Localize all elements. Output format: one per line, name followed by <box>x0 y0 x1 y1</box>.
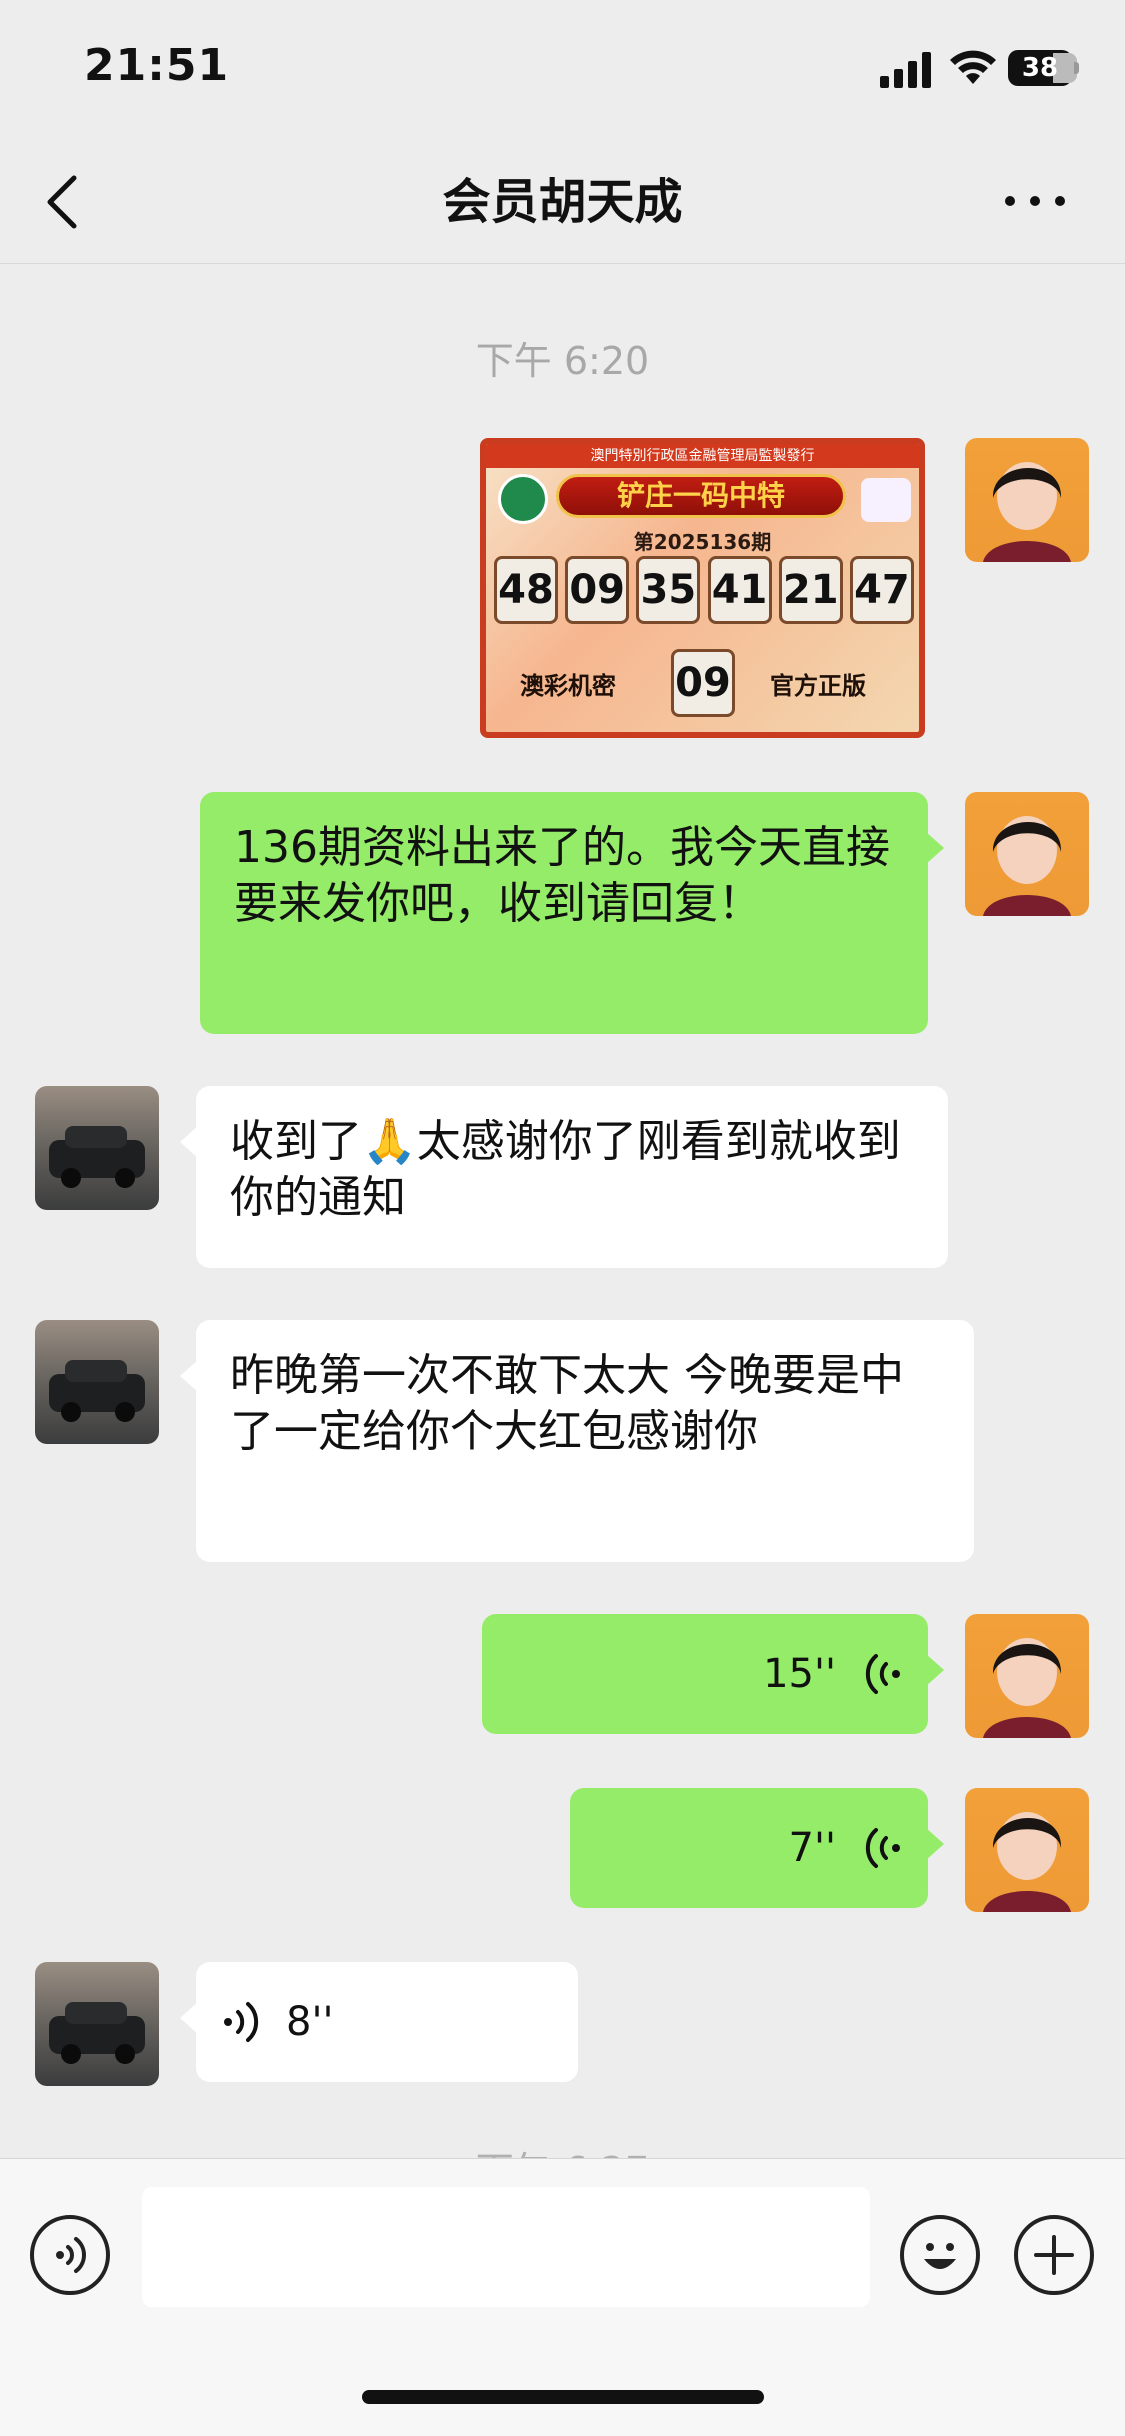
plus-button[interactable] <box>1014 2215 1094 2295</box>
avatar-self[interactable] <box>965 438 1089 562</box>
status-bar: 21:51 38 <box>0 0 1125 140</box>
voice-wave-icon <box>224 2002 259 2042</box>
lottery-logo-icon <box>861 478 911 522</box>
avatar-other[interactable] <box>35 1086 159 1210</box>
avatar-other[interactable] <box>35 1320 159 1444</box>
message-bubble-self[interactable]: 136期资料出来了的。我今天直接要来发你吧，收到请回复！ <box>200 792 944 1034</box>
car-avatar-icon <box>49 1360 145 1422</box>
lottery-number: 35 <box>636 556 701 624</box>
message-text: 收到了🙏太感谢你了刚看到就收到你的通知 <box>230 1116 901 1223</box>
voice-wave-icon <box>865 1654 900 1694</box>
car-avatar-icon <box>49 2002 145 2064</box>
lottery-banner: 铲庄一码中特 <box>556 474 846 518</box>
voice-message-other[interactable]: 8'' <box>180 1962 578 2082</box>
person-avatar-icon <box>983 816 1071 916</box>
voice-wave-icon <box>865 1828 900 1868</box>
lottery-number: 41 <box>707 556 772 624</box>
message-timestamp: 下午 6:20 <box>475 339 650 383</box>
message-bubble-other[interactable]: 昨晚第一次不敢下太大 今晚要是中了一定给你个大红包感谢你 <box>180 1320 974 1562</box>
voice-duration: 8'' <box>286 1999 334 2045</box>
lottery-header: 澳門特別行政區金融管理局監製發行 <box>486 444 919 468</box>
lottery-number: 47 <box>849 556 914 624</box>
battery-level: 38 <box>1021 53 1059 83</box>
signal-icon <box>880 52 931 88</box>
message-text: 136期资料出来了的。我今天直接要来发你吧，收到请回复！ <box>234 822 890 929</box>
person-avatar-icon <box>983 1812 1071 1912</box>
voice-duration: 15'' <box>763 1651 836 1697</box>
voice-message-self[interactable]: 15'' <box>482 1614 944 1734</box>
message-timestamp: 下午 6:27 <box>0 2140 1125 2158</box>
lottery-image-message[interactable]: 澳門特別行政區金融管理局監製發行 铲庄一码中特 第2025136期 48 09 … <box>480 438 925 738</box>
home-indicator[interactable] <box>362 2390 764 2404</box>
message-bubble-other[interactable]: 收到了🙏太感谢你了刚看到就收到你的通知 <box>180 1086 948 1268</box>
macau-emblem-icon <box>498 474 548 524</box>
voice-message-self[interactable]: 7'' <box>570 1788 944 1908</box>
status-time: 21:51 <box>84 40 230 91</box>
lottery-right-label: 官方正版 <box>770 672 866 700</box>
emoji-icon <box>924 2243 956 2269</box>
lottery-special-number: 09 <box>671 649 735 717</box>
car-avatar-icon <box>49 1126 145 1188</box>
lottery-number: 09 <box>565 556 630 624</box>
avatar-other[interactable] <box>35 1962 159 2086</box>
chat-title: 会员胡天成 <box>442 174 683 230</box>
lottery-period: 第2025136期 <box>633 530 772 554</box>
avatar-self[interactable] <box>965 1788 1089 1912</box>
voice-input-button[interactable] <box>30 2215 110 2295</box>
voice-duration: 7'' <box>788 1825 836 1871</box>
lottery-numbers: 48 09 35 41 21 47 <box>494 556 914 624</box>
voice-icon <box>56 2237 86 2273</box>
avatar-self[interactable] <box>965 792 1089 916</box>
nav-bar: 会员胡天成 <box>0 140 1125 264</box>
more-icon[interactable] <box>1000 186 1070 216</box>
battery-icon: 38 <box>1008 50 1080 86</box>
lottery-number: 48 <box>494 556 558 624</box>
emoji-button[interactable] <box>900 2215 980 2295</box>
wifi-icon <box>950 50 996 84</box>
lottery-number: 21 <box>778 556 843 624</box>
person-avatar-icon <box>983 1638 1071 1738</box>
message-input[interactable] <box>142 2187 870 2307</box>
message-text: 昨晚第一次不敢下太大 今晚要是中了一定给你个大红包感谢你 <box>230 1350 904 1457</box>
person-avatar-icon <box>983 462 1071 562</box>
plus-icon <box>1034 2235 1074 2275</box>
lottery-left-label: 澳彩机密 <box>520 672 616 700</box>
avatar-self[interactable] <box>965 1614 1089 1738</box>
